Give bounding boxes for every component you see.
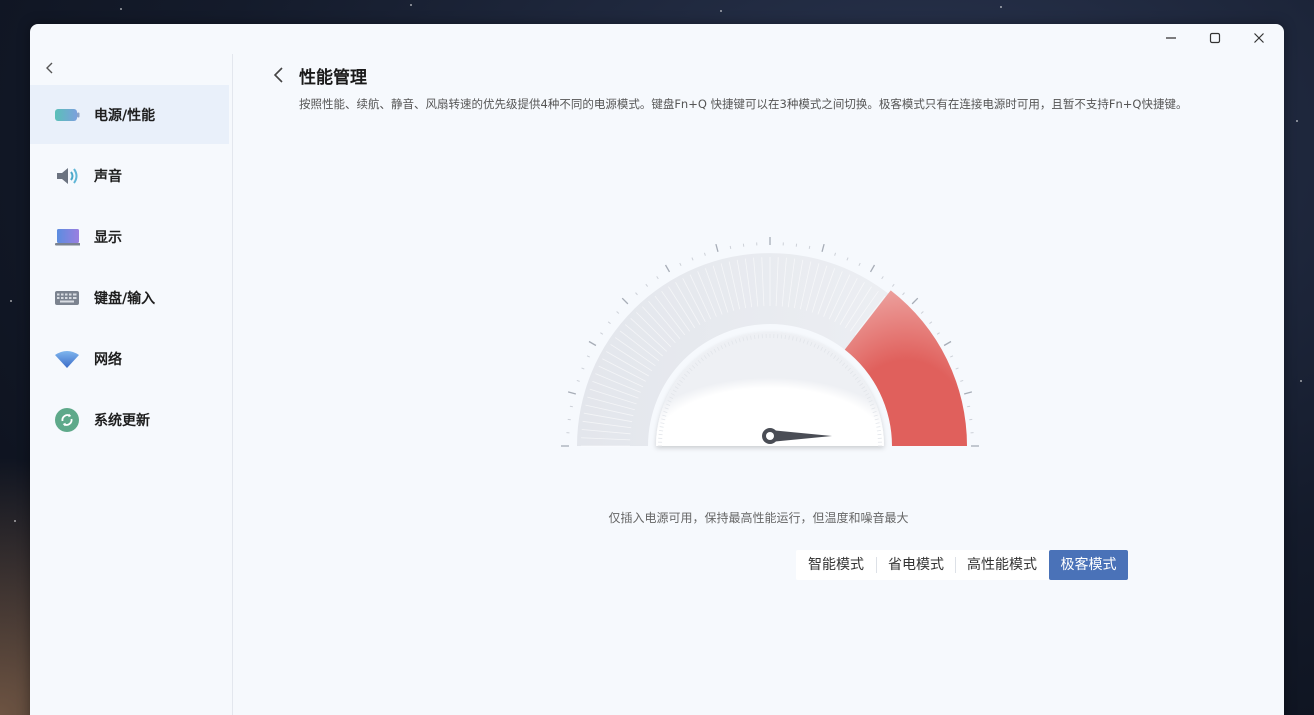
gauge-tick xyxy=(943,340,952,347)
sidebar-item-label: 电源/性能 xyxy=(94,107,156,124)
gauge-tick xyxy=(821,243,825,253)
sidebar-item-label: 显示 xyxy=(94,229,122,246)
gauge-tick xyxy=(729,245,732,249)
gauge-tick xyxy=(567,391,577,395)
keyboard-icon xyxy=(54,285,80,311)
sidebar-item-network[interactable]: 网络 xyxy=(30,329,229,388)
wallpaper-star xyxy=(1296,120,1298,122)
wallpaper-star xyxy=(1300,380,1302,382)
gauge-inner-tick xyxy=(876,430,881,432)
refresh-icon xyxy=(54,407,80,433)
gauge-tick xyxy=(950,355,954,358)
display-icon xyxy=(54,224,80,250)
page-description: 按照性能、续航、静音、风扇转速的优先级提供4种不同的电源模式。键盘Fn+Q 快捷… xyxy=(299,97,1188,111)
gauge-tick xyxy=(891,283,895,287)
settings-window: 电源/性能 声音 显示 键盘/输入 网络 系统更新 性能管理 按照性能、续航、静… xyxy=(30,24,1284,715)
gauge-tick xyxy=(967,405,971,408)
maximize-icon xyxy=(1209,32,1221,44)
gauge-tick xyxy=(569,405,573,408)
title-bar xyxy=(30,24,1284,54)
gauge-tick xyxy=(576,379,580,382)
gauge-tick xyxy=(635,292,638,296)
mode-smart-button[interactable]: 智能模式 xyxy=(796,550,876,580)
mode-power-saving-button[interactable]: 省电模式 xyxy=(877,550,955,580)
wifi-icon xyxy=(54,346,80,372)
minimize-icon xyxy=(1166,37,1176,39)
gauge-tick xyxy=(715,243,719,253)
gauge-tick xyxy=(858,262,861,266)
maximize-button[interactable] xyxy=(1193,24,1237,52)
gauge-tick xyxy=(691,257,694,261)
main-panel: 性能管理 按照性能、续航、静音、风扇转速的优先级提供4种不同的电源模式。键盘Fn… xyxy=(233,54,1284,715)
sidebar-item-display[interactable]: 显示 xyxy=(30,207,229,266)
wallpaper-star xyxy=(720,10,722,12)
page-back-button[interactable] xyxy=(271,66,287,84)
close-button[interactable] xyxy=(1237,24,1281,52)
speaker-icon xyxy=(54,163,80,189)
minimize-button[interactable] xyxy=(1149,24,1193,52)
gauge-tick xyxy=(911,297,919,305)
wallpaper-star xyxy=(14,520,16,522)
performance-gauge xyxy=(560,224,980,459)
gauge-tick xyxy=(645,283,649,287)
gauge-tick xyxy=(869,264,876,273)
gauge-tick xyxy=(607,321,611,325)
sidebar-item-label: 系统更新 xyxy=(94,412,150,429)
gauge-inner-tick xyxy=(784,335,786,340)
wallpaper-star xyxy=(120,8,122,10)
gauge-tick xyxy=(955,367,959,370)
mode-high-performance-button[interactable]: 高性能模式 xyxy=(956,550,1048,580)
gauge-tick xyxy=(846,257,849,261)
sidebar-nav: 电源/性能 声音 显示 键盘/输入 网络 系统更新 xyxy=(30,85,229,451)
wallpaper-star xyxy=(10,300,12,302)
gauge-tick xyxy=(664,264,671,273)
gauge-tick xyxy=(963,391,973,395)
page-title: 性能管理 xyxy=(299,68,367,88)
gauge-tick xyxy=(621,297,629,305)
gauge-tick xyxy=(834,252,837,256)
sidebar-item-sound[interactable]: 声音 xyxy=(30,146,229,205)
close-icon xyxy=(1254,33,1264,43)
sidebar-item-update[interactable]: 系统更新 xyxy=(30,390,229,449)
wallpaper-star xyxy=(1000,6,1002,8)
gauge-tick xyxy=(679,262,682,266)
sidebar-item-label: 声音 xyxy=(94,168,122,185)
sidebar: 电源/性能 声音 显示 键盘/输入 网络 系统更新 xyxy=(30,54,233,715)
gauge-tick xyxy=(588,340,597,347)
gauge-tick xyxy=(902,292,905,296)
gauge-tick xyxy=(960,379,964,382)
sidebar-item-keyboard[interactable]: 键盘/输入 xyxy=(30,268,229,327)
battery-icon xyxy=(54,102,80,128)
gauge-tick xyxy=(616,311,620,314)
sidebar-item-power[interactable]: 电源/性能 xyxy=(30,85,229,144)
gauge-tick xyxy=(581,367,585,370)
mode-description: 仅插入电源可用，保持最高性能运行，但温度和噪音最大 xyxy=(608,511,909,525)
sidebar-item-label: 网络 xyxy=(94,351,122,368)
wallpaper-star xyxy=(410,4,412,6)
chevron-left-icon xyxy=(46,62,53,74)
mode-geek-button[interactable]: 极客模式 xyxy=(1049,550,1128,580)
gauge-tick xyxy=(656,276,659,280)
gauge-inner-tick xyxy=(754,335,756,340)
sidebar-back-button[interactable] xyxy=(42,60,58,76)
gauge-tick xyxy=(929,321,933,325)
sidebar-item-label: 键盘/输入 xyxy=(94,290,156,307)
gauge-inner-tick xyxy=(659,430,664,432)
mode-selector: 智能模式 省电模式 高性能模式 极客模式 xyxy=(796,550,1128,580)
gauge-tick xyxy=(881,276,884,280)
gauge-tick xyxy=(808,245,811,249)
gauge-tick xyxy=(586,355,590,358)
gauge-tick xyxy=(703,252,706,256)
gauge-tick xyxy=(920,311,924,314)
gauge-tick xyxy=(600,332,604,335)
gauge-tick xyxy=(936,332,940,335)
chevron-left-icon xyxy=(273,67,283,83)
